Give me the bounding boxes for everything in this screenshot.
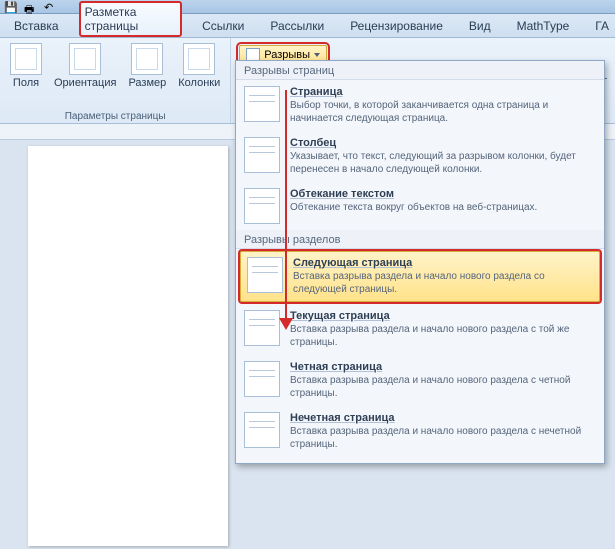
tab-ga[interactable]: ГА [589, 15, 615, 37]
section-section-breaks: Разрывы разделов [236, 230, 604, 249]
even-page-break-icon [244, 361, 280, 397]
page[interactable] [28, 146, 228, 546]
breaks-dropdown: Разрывы страниц СтраницаВыбор точки, в к… [235, 60, 605, 464]
tab-insert[interactable]: Вставка [8, 15, 65, 37]
tab-mailings[interactable]: Рассылки [264, 15, 330, 37]
orientation-button[interactable]: Ориентация [50, 41, 120, 91]
tab-review[interactable]: Рецензирование [344, 15, 449, 37]
callout-arrow-head [279, 318, 293, 330]
page-setup-group: Поля Ориентация Размер Колонки Параметры… [0, 38, 231, 123]
print-icon[interactable]: 🖶 [24, 1, 38, 13]
tab-page-layout[interactable]: Разметка страницы [79, 1, 182, 37]
chevron-down-icon [314, 53, 320, 57]
odd-page-break-icon [244, 412, 280, 448]
section-page-breaks: Разрывы страниц [236, 61, 604, 80]
orientation-icon [69, 43, 101, 75]
break-even-page[interactable]: Четная страницаВставка разрыва раздела и… [236, 355, 604, 406]
columns-button[interactable]: Колонки [174, 41, 224, 91]
break-page[interactable]: СтраницаВыбор точки, в которой заканчива… [236, 80, 604, 131]
tab-mathtype[interactable]: MathType [511, 15, 576, 37]
break-odd-page[interactable]: Нечетная страницаВставка разрыва раздела… [236, 406, 604, 457]
columns-icon [183, 43, 215, 75]
page-break-icon [244, 86, 280, 122]
break-column[interactable]: СтолбецУказывает, что текст, следующий з… [236, 131, 604, 182]
textwrap-break-icon [244, 188, 280, 224]
callout-arrow-line [285, 90, 287, 320]
margins-icon [10, 43, 42, 75]
margins-button[interactable]: Поля [6, 41, 46, 91]
ribbon-tabs: Вставка Разметка страницы Ссылки Рассылк… [0, 14, 615, 38]
break-next-page[interactable]: Следующая страницаВставка разрыва раздел… [240, 251, 600, 302]
size-icon [131, 43, 163, 75]
column-break-icon [244, 137, 280, 173]
continuous-break-icon [244, 310, 280, 346]
break-text-wrapping[interactable]: Обтекание текстомОбтекание текста вокруг… [236, 182, 604, 230]
size-button[interactable]: Размер [124, 41, 170, 91]
next-page-break-icon [247, 257, 283, 293]
group-label: Параметры страницы [6, 109, 224, 122]
save-icon[interactable]: 💾 [4, 1, 18, 13]
tab-view[interactable]: Вид [463, 15, 497, 37]
undo-icon[interactable]: ↶ [44, 1, 58, 13]
tab-references[interactable]: Ссылки [196, 15, 250, 37]
